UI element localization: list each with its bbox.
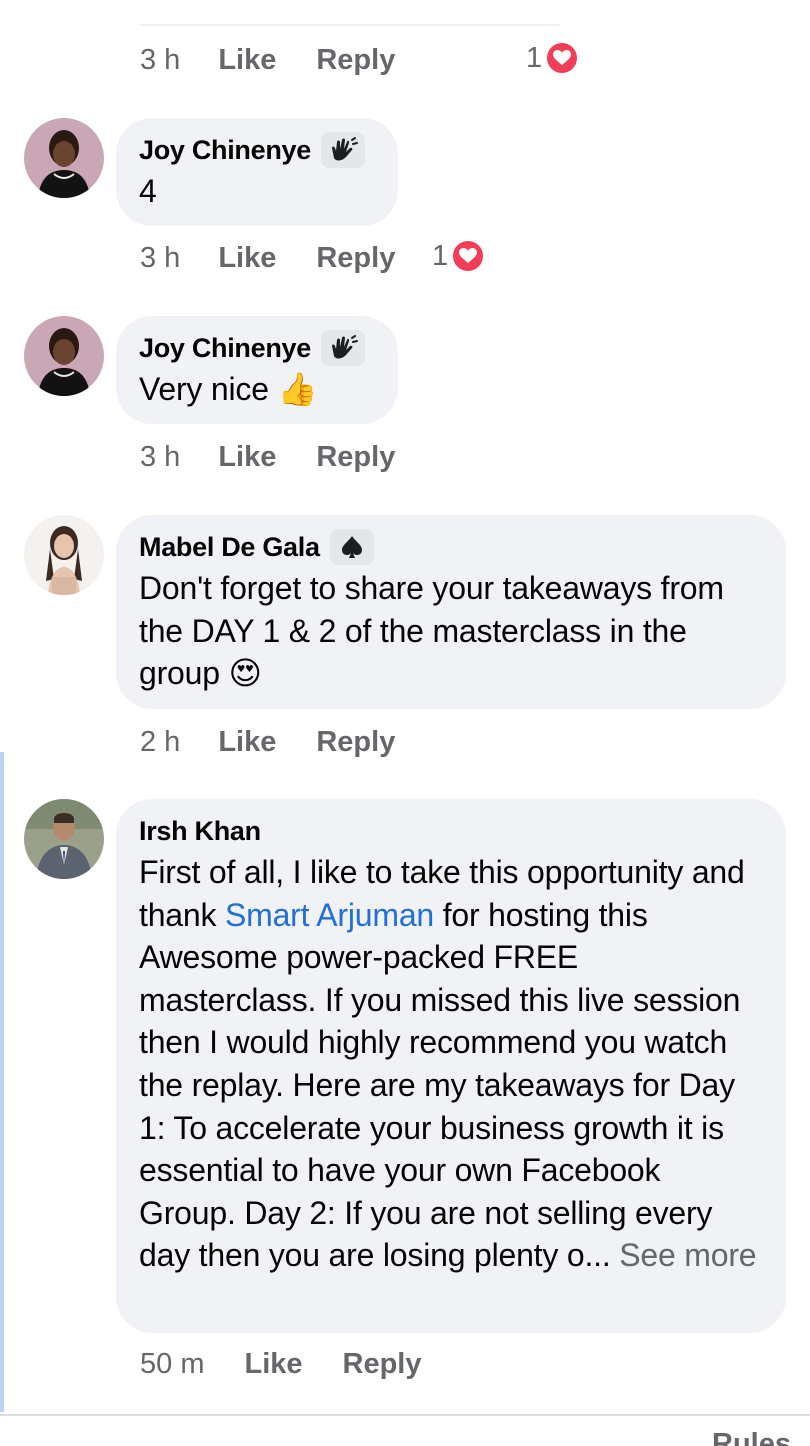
comment-bubble: Joy Chinenye 4	[116, 118, 398, 226]
heart-eyes-emoji: 😍	[228, 655, 262, 692]
avatar[interactable]	[24, 118, 104, 198]
reaction-summary[interactable]: 1	[526, 40, 581, 76]
comment-bubble: Joy Chinenye Very nice 👍	[116, 316, 398, 424]
like-button[interactable]: Like	[218, 44, 276, 77]
comment-bubble: Mabel De Gala Don't forget to share your…	[116, 515, 786, 709]
avatar[interactable]	[24, 515, 104, 595]
comment-actions: 2 h Like Reply	[140, 722, 395, 762]
comment-text-content: Don't forget to share your takeaways fro…	[139, 570, 724, 692]
love-reaction-icon	[544, 40, 581, 76]
avatar[interactable]	[24, 799, 104, 879]
comment-author[interactable]: Mabel De Gala	[139, 532, 320, 563]
comment-actions: 3 h Like Reply	[140, 238, 395, 278]
comment-text: 4	[139, 173, 157, 209]
comment-author[interactable]: Joy Chinenye	[139, 333, 311, 364]
comment-time: 3 h	[140, 440, 181, 473]
reply-button[interactable]: Reply	[316, 726, 395, 759]
reply-button[interactable]: Reply	[343, 1348, 422, 1381]
like-button[interactable]: Like	[218, 726, 276, 759]
comment-text-content: Very nice	[139, 371, 269, 407]
reply-button[interactable]: Reply	[316, 44, 395, 77]
spade-badge-icon[interactable]	[329, 529, 374, 565]
comment-author[interactable]: Irsh Khan	[139, 816, 261, 847]
waving-hand-badge-icon[interactable]	[320, 132, 365, 168]
comment-text: Don't forget to share your takeaways fro…	[139, 567, 762, 695]
waving-hand-badge-icon[interactable]	[320, 330, 365, 366]
comment-time: 3 h	[140, 241, 181, 274]
avatar[interactable]	[24, 316, 104, 396]
comment-time: 3 h	[140, 43, 181, 76]
mention-link[interactable]: Smart Arjuman	[225, 897, 434, 933]
previous-comment-actions: 3 h Like Reply	[140, 40, 395, 80]
comment-text-content: for hosting this Awesome power-packed FR…	[139, 896, 741, 1274]
like-button[interactable]: Like	[218, 441, 276, 474]
comment-text: First of all, I like to take this opport…	[139, 851, 762, 1277]
reply-button[interactable]: Reply	[316, 441, 395, 474]
comment-time: 50 m	[140, 1347, 205, 1380]
reaction-count: 1	[526, 41, 543, 74]
comment-actions: 50 m Like Reply	[140, 1344, 422, 1384]
comment-text: Very nice 👍	[139, 368, 374, 411]
love-reaction-icon	[450, 238, 487, 274]
rules-link[interactable]: Rules	[712, 1428, 791, 1446]
like-button[interactable]: Like	[218, 242, 276, 275]
highlight-indicator	[0, 752, 4, 1412]
reply-button[interactable]: Reply	[316, 242, 395, 275]
previous-comment-divider	[140, 24, 560, 26]
comment-actions: 3 h Like Reply	[140, 437, 395, 477]
comment-author[interactable]: Joy Chinenye	[139, 135, 311, 166]
reaction-count: 1	[432, 239, 449, 272]
comment-time: 2 h	[140, 725, 181, 758]
reaction-summary[interactable]: 1	[432, 238, 487, 274]
comment-bubble: Irsh Khan First of all, I like to take t…	[116, 799, 786, 1333]
footer-divider	[0, 1414, 810, 1416]
like-button[interactable]: Like	[244, 1348, 302, 1381]
see-more-link[interactable]: See more	[619, 1237, 756, 1273]
thumbs-up-emoji: 👍	[277, 371, 318, 407]
